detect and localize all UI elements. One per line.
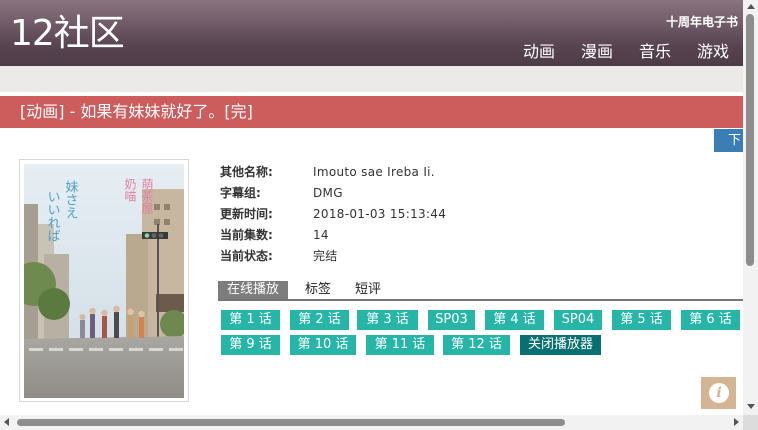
info-row-alt-name: 其他名称: Imouto sae Ireba Ii. bbox=[220, 164, 446, 185]
info-float-button[interactable]: i bbox=[701, 377, 736, 409]
horizontal-scrollbar-thumb[interactable] bbox=[17, 419, 565, 426]
episode-button[interactable]: SP03 bbox=[428, 310, 475, 330]
sub-header-bar bbox=[0, 66, 743, 92]
episode-button[interactable]: 第 5 话 bbox=[612, 310, 671, 330]
episode-button[interactable]: 第 11 话 bbox=[366, 335, 434, 355]
anime-info: 其他名称: Imouto sae Ireba Ii. 字幕组: DMG 更新时间… bbox=[220, 164, 446, 269]
episode-button[interactable]: 第 4 话 bbox=[485, 310, 544, 330]
page: 12社区 十周年电子书 动画 漫画 音乐 游戏 [动画] - 如果有妹妹就好了。… bbox=[0, 0, 743, 415]
info-label: 其他名称: bbox=[220, 165, 273, 179]
episode-button[interactable]: 第 3 话 bbox=[357, 310, 418, 330]
nav-music[interactable]: 音乐 bbox=[639, 38, 671, 62]
info-value: 14 bbox=[313, 228, 329, 242]
scroll-down-arrow-icon[interactable] bbox=[747, 404, 755, 409]
site-logo[interactable]: 12社区 bbox=[10, 14, 125, 54]
scroll-up-arrow-icon[interactable] bbox=[747, 4, 755, 9]
main-nav: 动画 漫画 音乐 游戏 bbox=[497, 38, 729, 62]
info-value: 完结 bbox=[313, 249, 338, 263]
poster-shop-sign-1: 奶喵 bbox=[123, 178, 137, 202]
nav-anime[interactable]: 动画 bbox=[523, 38, 555, 62]
tab-comments[interactable]: 短评 bbox=[355, 281, 381, 299]
close-player-button[interactable]: 关闭播放器 bbox=[520, 335, 601, 355]
episode-button[interactable]: 第 1 话 bbox=[221, 310, 280, 330]
info-label: 当前集数: bbox=[220, 228, 273, 242]
download-tab[interactable]: 下 bbox=[714, 129, 743, 152]
scroll-right-arrow-icon[interactable] bbox=[734, 418, 739, 426]
episode-button[interactable]: 第 9 话 bbox=[221, 335, 280, 355]
info-label: 字幕组: bbox=[220, 186, 261, 200]
info-value: 2018-01-03 15:13:44 bbox=[313, 207, 447, 221]
poster-image[interactable]: いいれば 妹さえ 奶喵 萌茶屋 bbox=[24, 164, 184, 398]
tab-tags[interactable]: 标签 bbox=[305, 281, 331, 299]
tab-online-play[interactable]: 在线播放 bbox=[218, 281, 289, 299]
episode-button[interactable]: 第 6 话 bbox=[681, 310, 740, 330]
info-row-fansub: 字幕组: DMG bbox=[220, 185, 446, 206]
info-icon: i bbox=[709, 383, 729, 403]
info-label: 更新时间: bbox=[220, 207, 273, 221]
episode-button[interactable]: 第 2 话 bbox=[290, 310, 349, 330]
content-tabs: 在线播放 标签 短评 bbox=[218, 281, 743, 301]
info-value: DMG bbox=[313, 186, 343, 200]
episode-button[interactable]: 第 12 话 bbox=[443, 335, 510, 355]
nav-games[interactable]: 游戏 bbox=[697, 38, 729, 62]
info-row-updated: 更新时间: 2018-01-03 15:13:44 bbox=[220, 206, 446, 227]
episode-button[interactable]: 第 10 话 bbox=[290, 335, 356, 355]
info-value: Imouto sae Ireba Ii. bbox=[313, 165, 435, 179]
anniversary-ebook-link[interactable]: 十周年电子书 bbox=[666, 13, 738, 30]
vertical-scrollbar-thumb[interactable] bbox=[746, 14, 754, 266]
episode-button[interactable]: SP04 bbox=[554, 310, 602, 330]
page-title: [动画] - 如果有妹妹就好了。[完] bbox=[0, 96, 743, 128]
info-row-episodes: 当前集数: 14 bbox=[220, 227, 446, 248]
scroll-left-arrow-icon[interactable] bbox=[4, 418, 9, 426]
poster-title-text-1: いいれば bbox=[45, 190, 61, 242]
scrollbar-corner bbox=[743, 415, 758, 430]
info-row-status: 当前状态: 完结 bbox=[220, 248, 446, 269]
info-label: 当前状态: bbox=[220, 249, 273, 263]
poster-title-text-2: 妹さえ bbox=[63, 180, 79, 219]
poster-frame: いいれば 妹さえ 奶喵 萌茶屋 bbox=[19, 159, 189, 402]
site-header: 12社区 十周年电子书 动画 漫画 音乐 游戏 bbox=[0, 0, 743, 66]
nav-manga[interactable]: 漫画 bbox=[581, 38, 613, 62]
poster-shop-sign-2: 萌茶屋 bbox=[140, 178, 154, 215]
